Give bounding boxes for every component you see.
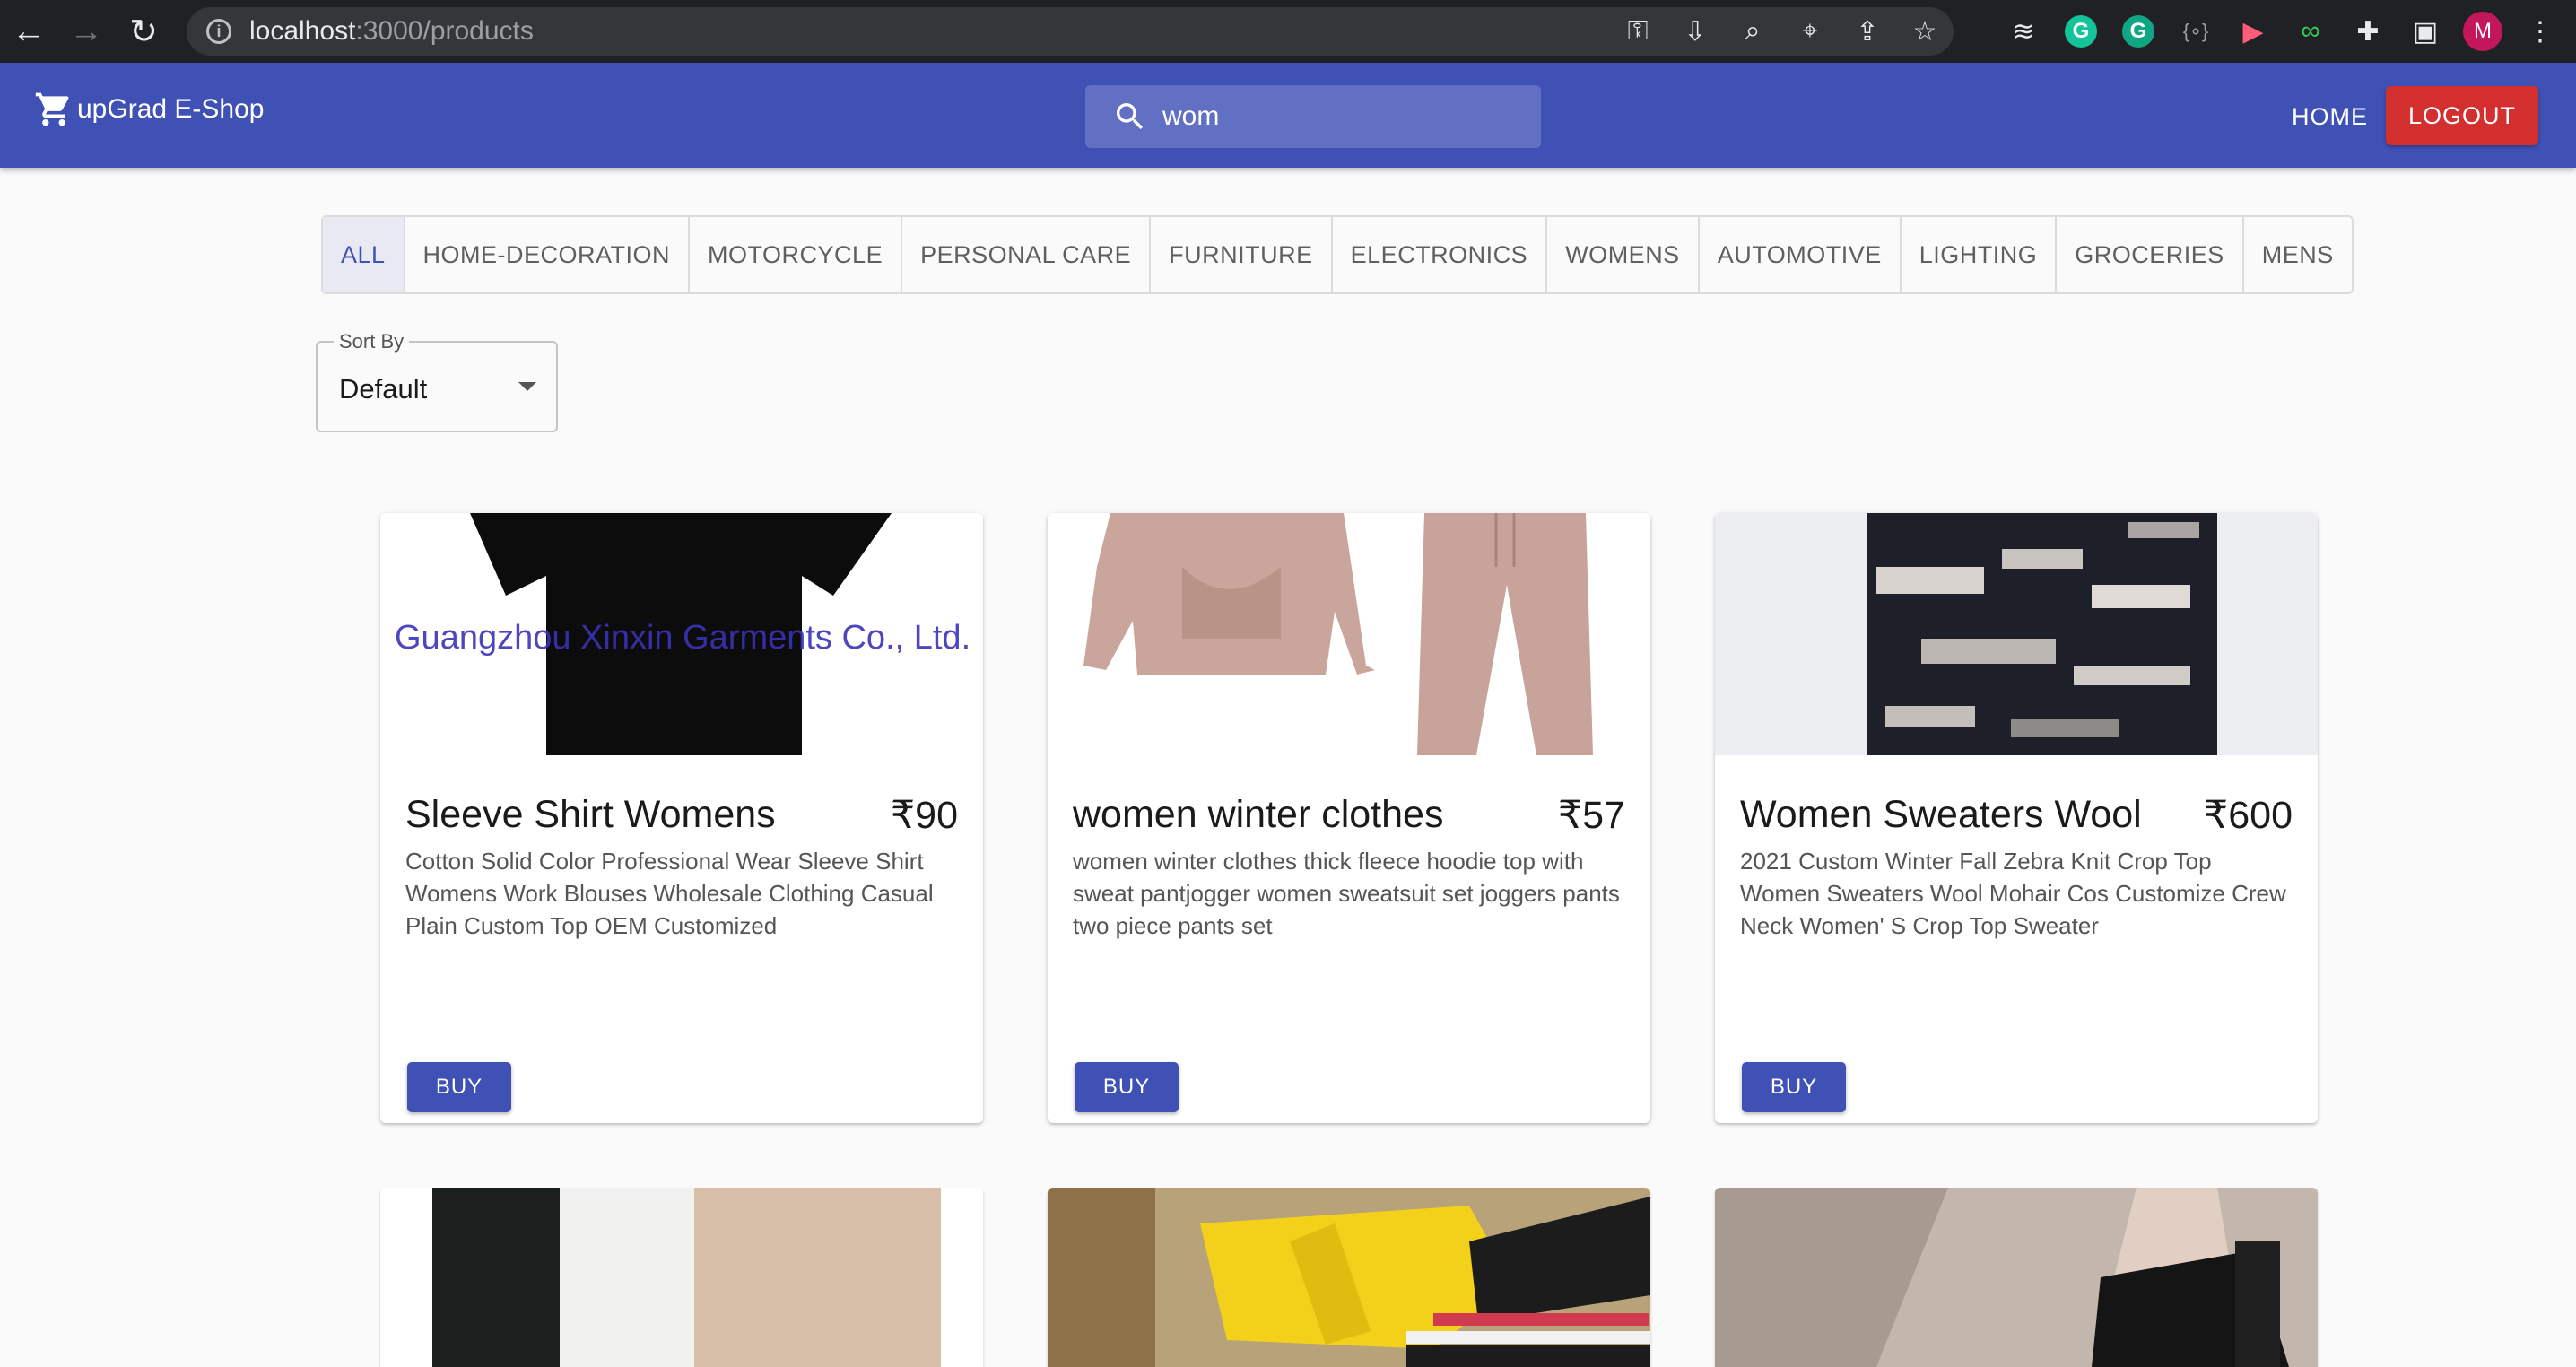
product-card (1715, 1188, 2318, 1367)
browser-toolbar: ← → ↻ i localhost:3000/products ⚿ ⇩ ⌕ ⌖ … (0, 0, 2576, 63)
product-price: ₹600 (2203, 794, 2293, 837)
product-price: ₹90 (890, 794, 958, 837)
grammarly-icon[interactable]: G (2052, 0, 2110, 63)
product-card (1048, 1188, 1650, 1367)
brand[interactable]: upGrad E-Shop (34, 90, 264, 129)
buy-button[interactable]: BUY (1075, 1062, 1179, 1112)
search-input[interactable] (1162, 101, 1521, 132)
product-name: women winter clothes (1073, 793, 1444, 836)
product-description: women winter clothes thick fleece hoodie… (1073, 848, 1620, 939)
back-arrow-icon[interactable]: ← (0, 0, 57, 63)
home-link[interactable]: HOME (2283, 91, 2377, 142)
category-furniture[interactable]: FURNITURE (1151, 217, 1333, 292)
product-card: Guangzhou Xinxin Garments Co., Ltd. Slee… (380, 513, 983, 1123)
product-card (380, 1188, 983, 1367)
product-description: 2021 Custom Winter Fall Zebra Knit Crop … (1740, 848, 2286, 939)
brand-name: upGrad E-Shop (77, 94, 265, 124)
category-home-decoration[interactable]: HOME-DECORATION (405, 217, 691, 292)
hoodie-set-image (1083, 513, 1593, 755)
buy-button[interactable]: BUY (407, 1062, 511, 1112)
product-name: Sleeve Shirt Womens (405, 793, 776, 836)
search-icon (1117, 103, 1144, 130)
product-image: Guangzhou Xinxin Garments Co., Ltd. (380, 513, 983, 755)
video-recorder-icon[interactable]: ▶ (2224, 0, 2282, 63)
reload-icon[interactable]: ↻ (115, 0, 172, 63)
category-groceries[interactable]: GROCERIES (2057, 217, 2244, 292)
image-watermark: Guangzhou Xinxin Garments Co., Ltd. (395, 619, 971, 657)
url-path: :3000/products (355, 16, 534, 46)
sort-by-select[interactable]: Sort By Default (316, 330, 558, 432)
category-all[interactable]: ALL (323, 217, 405, 292)
side-panel-icon[interactable]: ▣ (2397, 0, 2454, 63)
category-automotive[interactable]: AUTOMOTIVE (1700, 217, 1902, 292)
product-card: women winter clothes ₹57 women winter cl… (1048, 513, 1650, 1123)
category-toggle-group: ALL HOME-DECORATION MOTORCYCLE PERSONAL … (321, 215, 2354, 294)
buy-button[interactable]: BUY (1742, 1062, 1846, 1112)
category-mens[interactable]: MENS (2244, 217, 2352, 292)
category-electronics[interactable]: ELECTRONICS (1333, 217, 1548, 292)
infinity-extension-icon[interactable]: ∞ (2282, 0, 2339, 63)
browser-menu-icon[interactable]: ⋮ (2511, 0, 2569, 63)
share-icon[interactable]: ⇪ (1839, 16, 1896, 48)
profile-avatar[interactable]: M (2454, 0, 2511, 63)
product-image (1715, 1188, 2318, 1367)
product-image (380, 1188, 983, 1367)
forward-arrow-icon[interactable]: → (57, 0, 115, 63)
key-icon[interactable]: ⚿ (1609, 16, 1667, 47)
product-card: Women Sweaters Wool ₹600 2021 Custom Win… (1715, 513, 2318, 1123)
extension-icon[interactable]: ≋ (1995, 0, 2052, 63)
product-image (1715, 513, 2318, 755)
address-bar[interactable]: i localhost:3000/products ⚿ ⇩ ⌕ ⌖ ⇪ ☆ (187, 7, 1954, 56)
product-description: Cotton Solid Color Professional Wear Sle… (405, 848, 934, 939)
product-image (1048, 513, 1650, 755)
puzzle-extensions-icon[interactable]: ✚ (2339, 0, 2397, 63)
app-bar: upGrad E-Shop HOME LOGOUT (0, 63, 2576, 168)
dropdown-arrow-icon (518, 382, 536, 391)
sweater-image (1867, 513, 2217, 755)
category-personal-care[interactable]: PERSONAL CARE (902, 217, 1152, 292)
search-box[interactable] (1085, 85, 1541, 148)
category-lighting[interactable]: LIGHTING (1902, 217, 2058, 292)
logout-button[interactable]: LOGOUT (2386, 86, 2538, 145)
shopping-cart-icon (35, 92, 69, 126)
product-image (1048, 1188, 1650, 1367)
category-motorcycle[interactable]: MOTORCYCLE (690, 217, 903, 292)
url-host: localhost (249, 16, 356, 46)
bookmark-star-icon[interactable]: ☆ (1896, 16, 1954, 48)
product-price: ₹57 (1557, 794, 1625, 837)
sort-by-label: Sort By (334, 330, 410, 353)
location-pin-icon[interactable]: ⌖ (1781, 16, 1839, 47)
site-info-icon[interactable]: i (206, 19, 231, 44)
url-text[interactable]: localhost:3000/products (249, 16, 534, 47)
json-formatter-icon[interactable]: {∘} (2167, 0, 2224, 63)
category-womens[interactable]: WOMENS (1547, 217, 1700, 292)
sort-by-value: Default (339, 373, 428, 405)
install-app-icon[interactable]: ⇩ (1667, 16, 1724, 48)
grammarly-alt-icon[interactable]: G (2110, 0, 2167, 63)
zoom-icon[interactable]: ⌕ (1724, 16, 1781, 47)
product-name: Women Sweaters Wool (1740, 793, 2142, 836)
